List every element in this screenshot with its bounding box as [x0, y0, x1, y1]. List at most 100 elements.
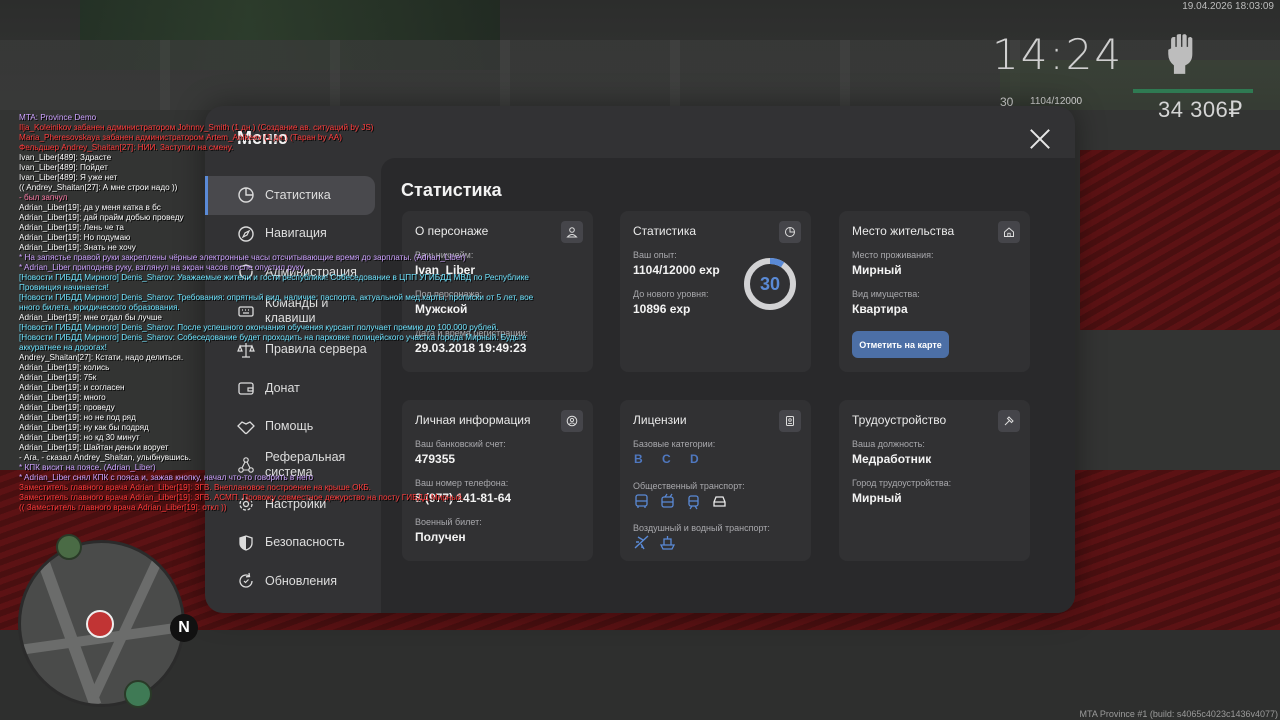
chat-line: - Ага, - сказал Andrey_Shaitan, улыбнувш… [19, 453, 191, 462]
mark-on-map-button[interactable]: Отметить на карте [852, 331, 949, 358]
boat-icon [659, 534, 676, 551]
chat-line: [Новости ГИБДД Мирного] Denis_Sharov: Тр… [19, 293, 534, 302]
minimap-vehicle-icon [124, 680, 152, 708]
public-transport-label: Общественный транспорт: [633, 481, 745, 491]
statistics-card: Статистика Ваш опыт: 1104/12000 exp До н… [620, 211, 811, 372]
chat-line: Ilja_Koleinikov забанен администратором … [19, 123, 374, 132]
chat-line: Adrian_Liber[19]: Знать не хочу [19, 243, 136, 252]
chat-line: Adrian_Liber[19]: ну как бы подряд [19, 423, 149, 432]
property-label: Вид имущества: [852, 289, 920, 299]
chat-line: Заместитель главного врача Adrian_Liber[… [19, 493, 465, 502]
sidebar-item-security[interactable]: Безопасность [205, 523, 381, 562]
chat-line: Фельдшер Andrey_Shaitan[27]: НИИ. Заступ… [19, 143, 234, 152]
card-title: Трудоустройство [852, 413, 947, 427]
property-value: Квартира [852, 302, 908, 316]
card-title: Лицензии [633, 413, 687, 427]
shield-half-icon [237, 534, 255, 552]
next-level-value: 10896 exp [633, 302, 691, 316]
chat-line: Ivan_Liber[489]: Здрасте [19, 153, 112, 162]
job-city-label: Город трудоустройства: [852, 478, 952, 488]
hud-health-bar [1133, 89, 1253, 93]
chat-line: [Новости ГИБДД Мирного] Denis_Sharov: Со… [19, 333, 527, 342]
bus-icon [633, 493, 650, 510]
chat-line: Adrian_Liber[19]: мне отдал бы лучше [19, 313, 162, 322]
chat-line: (( Заместитель главного врача Adrian_Lib… [19, 503, 227, 512]
chat-line: * КПК висит на поясе. (Adrian_Liber) [19, 463, 156, 472]
build-info: MTA Province #1 (build: s4065c4023c1436v… [1079, 709, 1278, 719]
place-value: Мирный [852, 263, 902, 277]
exp-value: 1104/12000 exp [633, 263, 720, 277]
hud-money: 34 306₽ [1158, 97, 1243, 122]
trolleybus-icon [659, 493, 676, 510]
chat-line: Adrian_Liber[19]: Шайтан деньги ворует [19, 443, 169, 452]
chat-line: MTA: Province Demo [19, 113, 97, 122]
chat-line: Adrian_Liber[19]: Но подумаю [19, 233, 131, 242]
close-icon[interactable] [1027, 126, 1053, 152]
chat-line: (( Andrey_Shaitan[27]: А мне строи надо … [19, 183, 178, 192]
military-label: Военный билет: [415, 517, 482, 527]
chat-line: [Новости ГИБДД Мирного] Denis_Sharov: По… [19, 323, 499, 332]
chat-log: MTA: Province Demo Ilja_Koleinikov забане… [19, 113, 579, 513]
hammer-icon [998, 410, 1020, 432]
refresh-icon [237, 572, 255, 590]
sidebar-item-label: Безопасность [265, 535, 345, 550]
tram-icon [685, 493, 702, 510]
chat-line: Adrian_Liber[19]: но не под ряд [19, 413, 136, 422]
chat-line: Провинция начинается! [19, 283, 109, 292]
position-label: Ваша должность: [852, 439, 925, 449]
chat-line: Adrian_Liber[19]: Лень че та [19, 223, 124, 232]
job-card: Трудоустройство Ваша должность: Медработ… [839, 400, 1030, 561]
chat-line: Adrian_Liber[19]: много [19, 393, 106, 402]
id-card-icon [779, 410, 801, 432]
chat-line: Adrian_Liber[19]: и согласен [19, 383, 125, 392]
compass-north-icon: N [170, 614, 198, 642]
taxi-icon [711, 493, 728, 510]
air-water-icons [633, 534, 676, 551]
chat-line: Adrian_Liber[19]: проведу [19, 403, 115, 412]
position-value: Медработник [852, 452, 932, 466]
card-title: Место жительства [852, 224, 955, 238]
chat-line: * На запястье правой руки закреплены чёр… [19, 253, 466, 262]
chat-line: * Adrian_Liber приподняв руку, взглянул … [19, 263, 304, 272]
card-title: Статистика [633, 224, 697, 238]
licenses-card: Лицензии Базовые категории: B C D Общест… [620, 400, 811, 561]
public-transport-icons [633, 493, 728, 510]
chat-line: Adrian_Liber[19]: колись [19, 363, 110, 372]
hud-datetime: 19.04.2026 18:03:09 [1182, 1, 1274, 12]
job-city-value: Мирный [852, 491, 902, 505]
chat-line: [Новости ГИБДД Мирного] Denis_Sharov: Ув… [19, 273, 529, 282]
chat-line: Ivan_Liber[489]: Пойдет [19, 163, 108, 172]
chat-line: * Adrian_Liber снял КПК с пояса и, зажав… [19, 473, 313, 482]
chat-line: - был запчул [19, 193, 68, 202]
minimap-hospital-icon [56, 534, 82, 560]
scene-red-area [1080, 150, 1280, 330]
minimap-player-icon [86, 610, 114, 638]
chat-line: Ivan_Liber[489]: Я уже нет [19, 173, 118, 182]
chat-line: Adrian_Liber[19]: 75к [19, 373, 97, 382]
base-categories-value: B C D [634, 452, 707, 466]
chat-line: нного билета, юридического образования. [19, 303, 180, 312]
scene-asphalt [0, 630, 1280, 720]
fist-icon [1164, 34, 1198, 74]
hud-clock: 14:24 [992, 30, 1124, 79]
chat-line: аккуратнее на дорогах! [19, 343, 107, 352]
place-label: Место проживания: [852, 250, 934, 260]
residence-card: Место жительства Место проживания: Мирны… [839, 211, 1030, 372]
chat-line: Adrian_Liber[19]: но кд 30 минут [19, 433, 140, 442]
next-level-label: До нового уровня: [633, 289, 709, 299]
sidebar-item-updates[interactable]: Обновления [205, 562, 381, 601]
military-value: Получен [415, 530, 466, 544]
home-icon [998, 221, 1020, 243]
exp-label: Ваш опыт: [633, 250, 677, 260]
chat-line: Andrey_Shaitan[27]: Кстати, надо делитьс… [19, 353, 184, 362]
base-categories-label: Базовые категории: [633, 439, 716, 449]
pie-chart-icon [779, 221, 801, 243]
level-value: 30 [759, 273, 781, 294]
chat-line: Adrian_Liber[19]: да у меня катка в бс [19, 203, 161, 212]
plane-icon [633, 534, 650, 551]
air-water-label: Воздушный и водный транспорт: [633, 523, 770, 533]
chat-line: Adrian_Liber[19]: дай прайм добью провед… [19, 213, 184, 222]
chat-line: Maria_Pheresovskaya забанен администрато… [19, 133, 342, 142]
chat-line: Заместитель главного врача Adrian_Liber[… [19, 483, 371, 492]
sidebar-item-label: Обновления [265, 573, 337, 588]
